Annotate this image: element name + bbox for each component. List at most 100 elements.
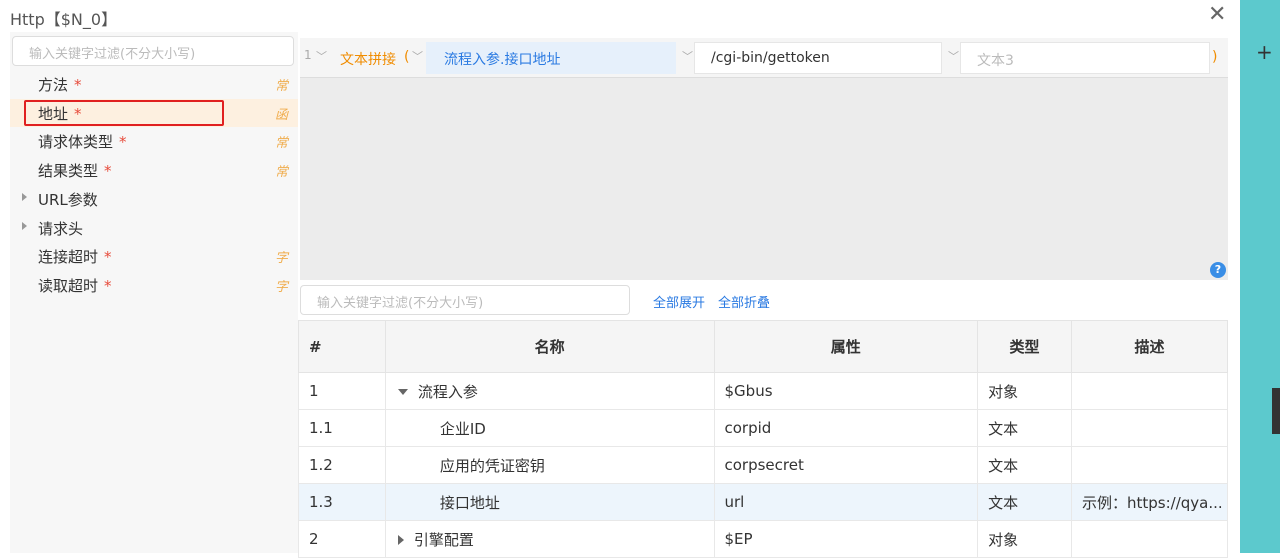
chevron-down-icon[interactable]: ﹀ <box>316 48 327 64</box>
row-attr: url <box>713 483 979 521</box>
property-name: 请求体类型 <box>38 133 114 152</box>
value-type-tag: 字 <box>274 279 288 295</box>
row-name: 引擎配置 <box>413 530 474 549</box>
arg3-input[interactable]: 文本3 <box>960 42 1210 74</box>
table-header: # 名称 属性 类型 描述 <box>298 320 1229 373</box>
value-type-tag: 常 <box>274 79 288 94</box>
row-index: 1.2 <box>298 446 386 484</box>
http-dialog: Http【$N_0】 ✕ 输入关键字过滤(不分大小写) 方法 * 常地址 * 函请求体类… <box>0 0 1240 558</box>
chevron-down-icon[interactable]: ﹀ <box>948 48 959 64</box>
close-icon[interactable]: ✕ <box>1208 2 1226 27</box>
table-row[interactable]: 1.2 应用的凭证密钥 corpsecret 文本 <box>298 446 1229 484</box>
row-attr: $EP <box>713 520 979 558</box>
side-tab-handle[interactable] <box>1272 388 1280 434</box>
expression-row: 1 ﹀ 文本拼接 ( ﹀ 流程入参.接口地址 ﹀ /cgi-bin/gettok… <box>300 38 1228 78</box>
row-name-cell: 应用的凭证密钥 <box>384 446 715 484</box>
property-item[interactable]: 请求体类型 * 常 <box>10 127 298 155</box>
property-name: 连接超时 <box>38 248 99 267</box>
value-type-tag: 常 <box>274 165 288 181</box>
open-paren: ( <box>404 49 410 65</box>
row-type: 对象 <box>977 520 1072 558</box>
property-name: 请求头 <box>38 219 84 238</box>
row-desc: 示例：https://qya... <box>1070 483 1229 521</box>
property-item[interactable]: 方法 * 常 <box>10 70 298 98</box>
property-panel: 输入关键字过滤(不分大小写) 方法 * 常地址 * 函请求体类型 * 常结果类型 * 常 URL参… <box>10 32 298 553</box>
caret-down-icon[interactable] <box>397 388 408 395</box>
row-attr: corpid <box>713 409 979 447</box>
required-marker: * <box>119 133 127 152</box>
property-item[interactable]: URL参数 <box>10 185 298 213</box>
row-desc <box>1070 520 1229 558</box>
expand-all-link[interactable]: 全部展开 <box>653 292 705 311</box>
row-attr: corpsecret <box>713 446 979 484</box>
table-row[interactable]: 1.1 企业ID corpid 文本 <box>298 409 1229 447</box>
value-type-tag: 函 <box>274 107 288 123</box>
table-row[interactable]: 1 流程入参 $Gbus 对象 <box>298 372 1229 410</box>
property-name: 读取超时 <box>38 276 99 295</box>
property-label: URL参数 <box>38 189 104 210</box>
row-attr: $Gbus <box>713 372 979 410</box>
property-label: 请求体类型 * <box>38 131 127 152</box>
collapse-all-link[interactable]: 全部折叠 <box>718 292 770 311</box>
row-index: 1.3 <box>298 483 386 521</box>
row-type: 文本 <box>977 446 1072 484</box>
property-name: 方法 <box>38 76 69 94</box>
row-desc <box>1070 372 1229 410</box>
row-name: 应用的凭证密钥 <box>439 456 545 475</box>
row-name: 接口地址 <box>439 493 500 512</box>
column-header-type[interactable]: 类型 <box>977 320 1072 373</box>
property-name: URL参数 <box>38 190 98 209</box>
value-type-tag: 常 <box>274 136 288 152</box>
expression-index: 1 <box>304 48 312 62</box>
required-marker: * <box>104 248 112 267</box>
property-item[interactable]: 地址 * 函 <box>10 98 298 127</box>
column-header-attr[interactable]: 属性 <box>713 320 979 373</box>
property-search-input[interactable]: 输入关键字过滤(不分大小写) <box>12 36 294 66</box>
property-item[interactable]: 连接超时 * 字 <box>10 242 298 270</box>
close-paren: ) <box>1212 49 1218 65</box>
expression-editor[interactable]: 1 ﹀ 文本拼接 ( ﹀ 流程入参.接口地址 ﹀ /cgi-bin/gettok… <box>300 38 1228 280</box>
function-name[interactable]: 文本拼接 <box>340 49 396 69</box>
row-index: 1 <box>298 372 386 410</box>
row-name-cell: 流程入参 <box>384 372 715 410</box>
row-name-cell: 接口地址 <box>384 483 715 521</box>
caret-right-icon[interactable] <box>397 534 404 545</box>
row-desc <box>1070 409 1229 447</box>
required-marker: * <box>104 162 112 181</box>
variable-search-input[interactable]: 输入关键字过滤(不分大小写) <box>300 285 630 315</box>
arg1-reference[interactable]: 流程入参.接口地址 <box>426 42 676 74</box>
chevron-down-icon[interactable]: ﹀ <box>412 48 423 64</box>
required-marker: * <box>104 276 112 295</box>
property-label: 结果类型 * <box>38 160 112 181</box>
property-name: 结果类型 <box>38 162 99 181</box>
property-item[interactable]: 请求头 <box>10 214 298 242</box>
row-name-cell: 企业ID <box>384 409 715 447</box>
side-toolbar <box>1240 0 1280 553</box>
plus-icon[interactable]: + <box>1256 40 1273 64</box>
table-row[interactable]: 2 引擎配置 $EP 对象 <box>298 520 1229 558</box>
property-label: 连接超时 * <box>38 246 112 267</box>
variable-table: # 名称 属性 类型 描述 1 流程入参 $Gbus 对象 1.1 企业ID corpid 文… <box>298 320 1229 558</box>
row-desc <box>1070 446 1229 484</box>
arg2-input[interactable]: /cgi-bin/gettoken <box>694 42 942 74</box>
property-item[interactable]: 读取超时 * 字 <box>10 271 298 299</box>
chevron-down-icon[interactable]: ﹀ <box>682 48 693 64</box>
property-label: 请求头 <box>38 218 89 239</box>
help-icon[interactable]: ? <box>1210 262 1226 278</box>
required-marker: * <box>74 76 82 94</box>
column-header-name[interactable]: 名称 <box>384 320 715 373</box>
row-type: 文本 <box>977 409 1072 447</box>
chevron-right-icon[interactable] <box>22 221 27 230</box>
row-name-cell: 引擎配置 <box>384 520 715 558</box>
table-row[interactable]: 1.3 接口地址 url 文本 示例：https://qya... <box>298 483 1229 521</box>
property-label: 方法 * <box>38 74 82 95</box>
row-type: 文本 <box>977 483 1072 521</box>
row-name: 企业ID <box>439 419 486 438</box>
dialog-title: Http【$N_0】 <box>10 10 118 29</box>
property-item[interactable]: 结果类型 * 常 <box>10 156 298 184</box>
row-type: 对象 <box>977 372 1072 410</box>
property-label: 读取超时 * <box>38 275 112 296</box>
chevron-right-icon[interactable] <box>22 192 27 201</box>
value-type-tag: 字 <box>274 251 288 267</box>
column-header-desc[interactable]: 描述 <box>1070 320 1229 373</box>
